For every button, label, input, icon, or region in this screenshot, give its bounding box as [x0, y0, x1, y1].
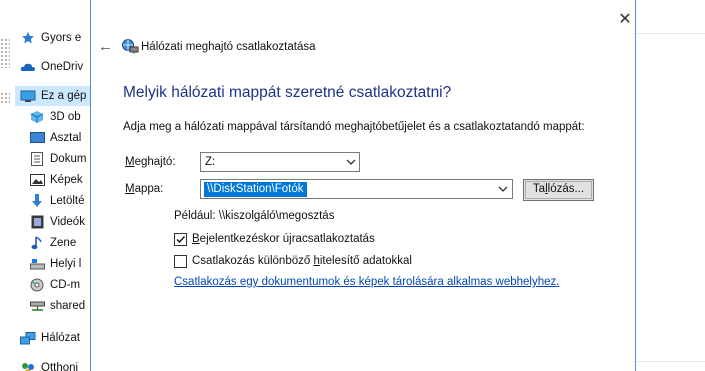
- pictures-icon: [29, 173, 45, 187]
- drive-label: Meghajtó:: [125, 156, 176, 168]
- credentials-label: Csatlakozás különböző hitelesítő adatokk…: [192, 255, 412, 267]
- network-drive-icon: [29, 299, 45, 313]
- folder-input-value[interactable]: \\DiskStation\Fotók: [204, 182, 307, 197]
- browse-button[interactable]: Tallózás...: [523, 179, 594, 201]
- network-drive-icon: [121, 38, 139, 54]
- videos-icon: [29, 215, 45, 229]
- reconnect-label: Bejelentkezéskor újracsatlakoztatás: [192, 233, 375, 245]
- chevron-down-icon: [344, 155, 358, 169]
- explorer-nav-pane: Gyors e OneDriv Ez a gép 3D ob Asztal Do…: [0, 0, 90, 371]
- downloads-icon: [29, 194, 45, 208]
- nav-item-music[interactable]: Zene: [29, 233, 90, 253]
- back-arrow-icon[interactable]: ←: [98, 39, 113, 54]
- desktop-icon: [29, 131, 45, 145]
- credentials-checkbox-row[interactable]: Csatlakozás különböző hitelesítő adatokk…: [174, 253, 412, 269]
- documents-icon: [29, 152, 45, 166]
- nav-item-documents[interactable]: Dokum: [29, 149, 90, 169]
- 3d-objects-icon: [29, 110, 45, 124]
- drive-letter-value: Z:: [205, 156, 216, 168]
- splitter-dots: [0, 92, 10, 104]
- nav-item-onedrive[interactable]: OneDriv: [20, 57, 90, 77]
- content-pane-divider: [637, 361, 705, 362]
- dialog-title: Hálózati meghajtó csatlakoztatása: [141, 41, 316, 53]
- website-link[interactable]: Csatlakozás egy dokumentumok és képek tá…: [174, 276, 559, 288]
- nav-item-3d-objects[interactable]: 3D ob: [29, 107, 90, 127]
- reconnect-checkbox[interactable]: [174, 232, 187, 246]
- homegroup-icon: [20, 361, 36, 371]
- nav-item-pictures[interactable]: Képek: [29, 170, 90, 190]
- drive-letter-dropdown[interactable]: Z:: [200, 152, 360, 172]
- nav-item-downloads[interactable]: Letölté: [29, 191, 90, 211]
- example-text: Például: \\kiszolgáló\megosztás: [174, 210, 335, 222]
- close-button[interactable]: ✕: [617, 12, 633, 28]
- cloud-icon: [20, 60, 36, 74]
- chevron-down-icon[interactable]: [496, 182, 510, 196]
- nav-item-homegroup[interactable]: Otthoni: [20, 358, 90, 371]
- nav-item-cd-drive[interactable]: CD-m: [29, 275, 90, 295]
- nav-item-network[interactable]: Hálózat: [20, 328, 90, 348]
- nav-item-videos[interactable]: Videók: [29, 212, 90, 232]
- folder-combobox[interactable]: \\DiskStation\Fotók: [200, 179, 513, 199]
- map-network-drive-dialog: ✕ ← Hálózati meghajtó csatlakoztatása Me…: [90, 0, 636, 371]
- nav-item-network-drive[interactable]: shared: [29, 296, 90, 316]
- network-icon: [20, 331, 36, 345]
- computer-icon: [20, 89, 36, 103]
- local-disk-icon: [29, 257, 45, 271]
- nav-item-desktop[interactable]: Asztal: [29, 128, 90, 148]
- splitter-dots: [0, 38, 10, 68]
- nav-item-quick-access[interactable]: Gyors e: [20, 28, 90, 48]
- dialog-instruction: Adja meg a hálózati mappával társítandó …: [123, 121, 585, 133]
- dialog-heading: Melyik hálózati mappát szeretné csatlako…: [123, 84, 452, 101]
- reconnect-checkbox-row[interactable]: Bejelentkezéskor újracsatlakoztatás: [174, 231, 375, 247]
- content-pane-divider: [637, 33, 705, 34]
- credentials-checkbox[interactable]: [174, 254, 187, 268]
- nav-item-this-pc[interactable]: Ez a gép: [15, 86, 90, 106]
- star-icon: [20, 31, 36, 45]
- screen: Gyors e OneDriv Ez a gép 3D ob Asztal Do…: [0, 0, 705, 371]
- nav-item-local-disk[interactable]: Helyi l: [29, 254, 90, 274]
- folder-label: Mappa:: [125, 183, 164, 195]
- cd-drive-icon: [29, 278, 45, 292]
- browse-button-focus-frame: [525, 181, 592, 199]
- music-icon: [29, 236, 45, 250]
